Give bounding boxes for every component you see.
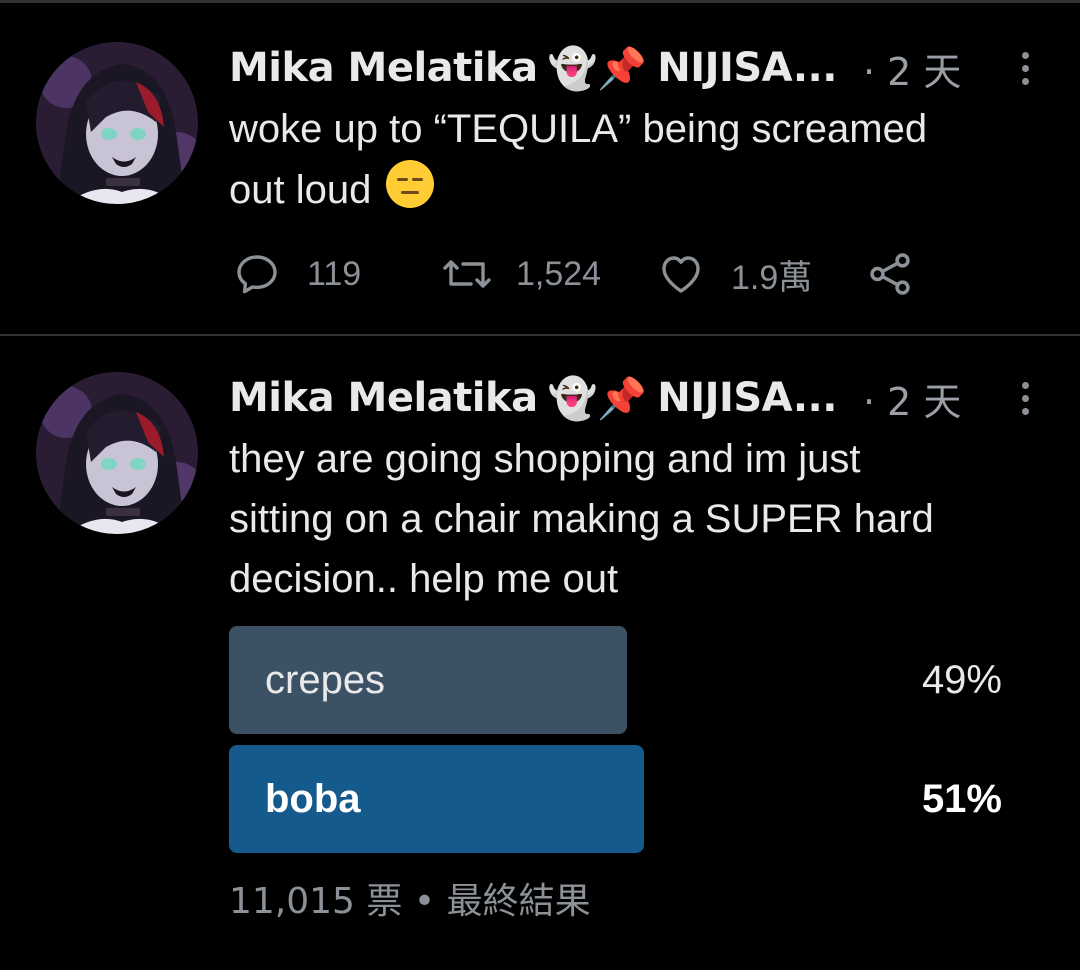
share-button[interactable]: [865, 246, 915, 302]
retweet-count: 1,524: [516, 254, 602, 293]
author-handle[interactable]: NIJISA...: [657, 375, 837, 421]
more-options-icon[interactable]: [1010, 40, 1040, 96]
author-handle[interactable]: NIJISA...: [657, 45, 837, 91]
poll-vote-count: 11,015 票: [229, 881, 403, 922]
retweet-button[interactable]: 1,524: [440, 246, 601, 302]
tweet-1[interactable]: Mika Melatika 👻📌 NIJISA... · 2 天 woke up…: [0, 0, 1080, 336]
tweet-actions: 119 1,524 1.9萬: [233, 246, 933, 302]
poll-option-label: crepes: [265, 657, 386, 702]
tweet-header: Mika Melatika 👻📌 NIJISA... · 2 天: [229, 40, 1040, 96]
poll-meta: 11,015 票 • 最終結果: [229, 872, 591, 924]
poll-status: 最終結果: [446, 881, 591, 922]
more-options-icon[interactable]: [1010, 370, 1040, 426]
reply-count: 119: [307, 254, 362, 293]
author-name[interactable]: Mika Melatika: [229, 45, 538, 91]
avatar-image: [36, 42, 198, 204]
expressionless-face-icon: [386, 160, 435, 208]
heart-icon: [662, 256, 700, 293]
author-emojis: 👻📌: [547, 45, 648, 92]
tweet-text-line: out loud: [229, 168, 372, 212]
tweet-text-line-with-emoji: out loud: [229, 159, 1039, 220]
avatar[interactable]: [36, 42, 198, 204]
poll-option-crepes: crepes: [229, 626, 627, 734]
poll-separator: •: [413, 881, 436, 922]
tweet-text-line: sitting on a chair making a SUPER hard: [229, 497, 934, 541]
tweet-text-line: they are going shopping and im just: [229, 437, 861, 481]
tweet-time[interactable]: · 2 天: [863, 41, 961, 96]
tweet-time[interactable]: · 2 天: [863, 371, 961, 426]
retweet-icon: [443, 260, 491, 288]
poll-option-percent: 49%: [921, 657, 1002, 702]
tweet-text-line: woke up to “TEQUILA” being screamed: [229, 107, 928, 151]
poll-option-percent: 51%: [921, 776, 1002, 821]
share-icon: [870, 253, 910, 295]
poll-option-boba: boba: [229, 745, 644, 853]
reply-button[interactable]: 119: [233, 246, 361, 302]
avatar-image: [36, 372, 198, 534]
avatar[interactable]: [36, 372, 198, 534]
author-name[interactable]: Mika Melatika: [229, 375, 538, 421]
tweet-text-line: decision.. help me out: [229, 557, 619, 601]
poll-option-label: boba: [265, 776, 361, 821]
author-emojis: 👻📌: [547, 375, 648, 422]
like-button[interactable]: 1.9萬: [657, 246, 812, 302]
tweet-text: woke up to “TEQUILA” being screamed out …: [229, 99, 1039, 220]
reply-icon: [237, 255, 277, 294]
tweet-2[interactable]: Mika Melatika 👻📌 NIJISA... · 2 天 they ar…: [0, 336, 1080, 970]
tweet-header: Mika Melatika 👻📌 NIJISA... · 2 天: [229, 370, 1040, 426]
tweet-text: they are going shopping and im just sitt…: [229, 429, 1039, 609]
like-count: 1.9萬: [731, 258, 813, 297]
